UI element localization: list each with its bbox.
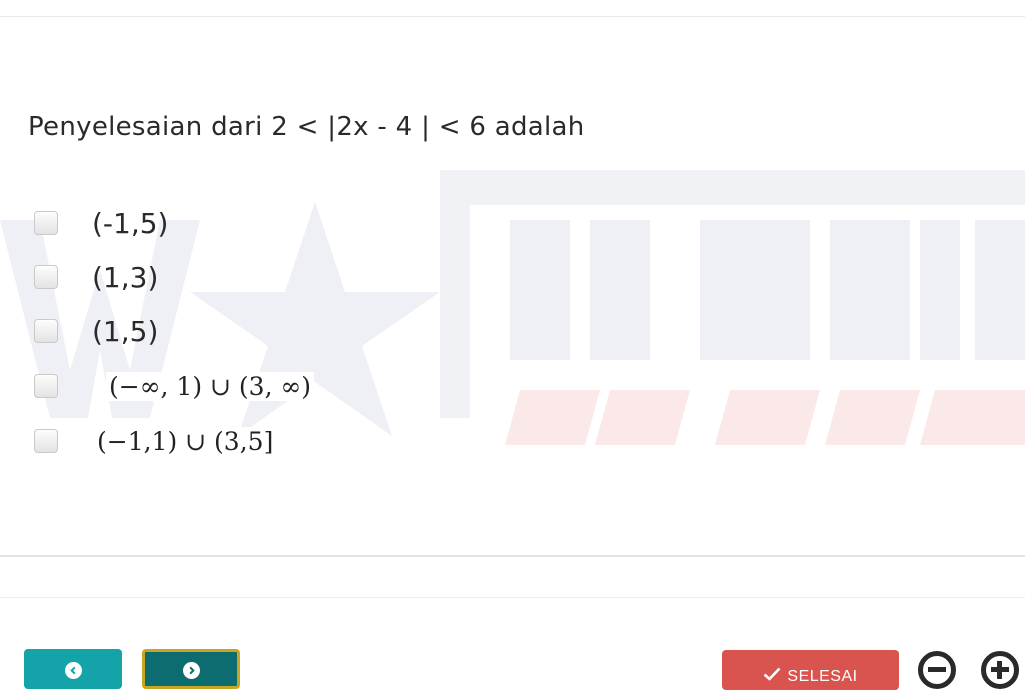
- previous-button[interactable]: [24, 649, 122, 689]
- option-label: (1,3): [92, 260, 159, 294]
- option-1[interactable]: (-1,5): [34, 203, 168, 243]
- option-label: (−1,1) ∪ (3,5]: [94, 426, 277, 456]
- option-checkbox[interactable]: [34, 319, 58, 343]
- finish-button-label: SELESAI: [787, 667, 858, 685]
- chevron-right-icon: [182, 662, 200, 679]
- plus-circle-icon[interactable]: [981, 651, 1019, 689]
- minus-circle-icon[interactable]: [918, 651, 956, 689]
- option-checkbox[interactable]: [34, 429, 58, 453]
- next-button[interactable]: [142, 649, 240, 689]
- option-label: (−∞, 1) ∪ (3, ∞): [106, 371, 315, 401]
- section-divider: [0, 597, 1025, 598]
- option-label: (1,5): [92, 314, 159, 348]
- option-4[interactable]: (−∞, 1) ∪ (3, ∞): [34, 366, 315, 406]
- chevron-left-icon: [64, 662, 82, 679]
- option-3[interactable]: (1,5): [34, 311, 158, 351]
- option-2[interactable]: (1,3): [34, 257, 158, 297]
- question-text: Penyelesaian dari 2 < |2x - 4 | < 6 adal…: [28, 112, 585, 142]
- check-icon: [763, 667, 781, 686]
- top-divider: [0, 16, 1025, 17]
- option-checkbox[interactable]: [34, 265, 58, 289]
- section-divider: [0, 555, 1025, 557]
- option-checkbox[interactable]: [34, 374, 58, 398]
- option-checkbox[interactable]: [34, 211, 58, 235]
- option-5[interactable]: (−1,1) ∪ (3,5]: [34, 421, 277, 461]
- finish-button[interactable]: SELESAI: [722, 650, 899, 690]
- option-label: (-1,5): [92, 206, 169, 240]
